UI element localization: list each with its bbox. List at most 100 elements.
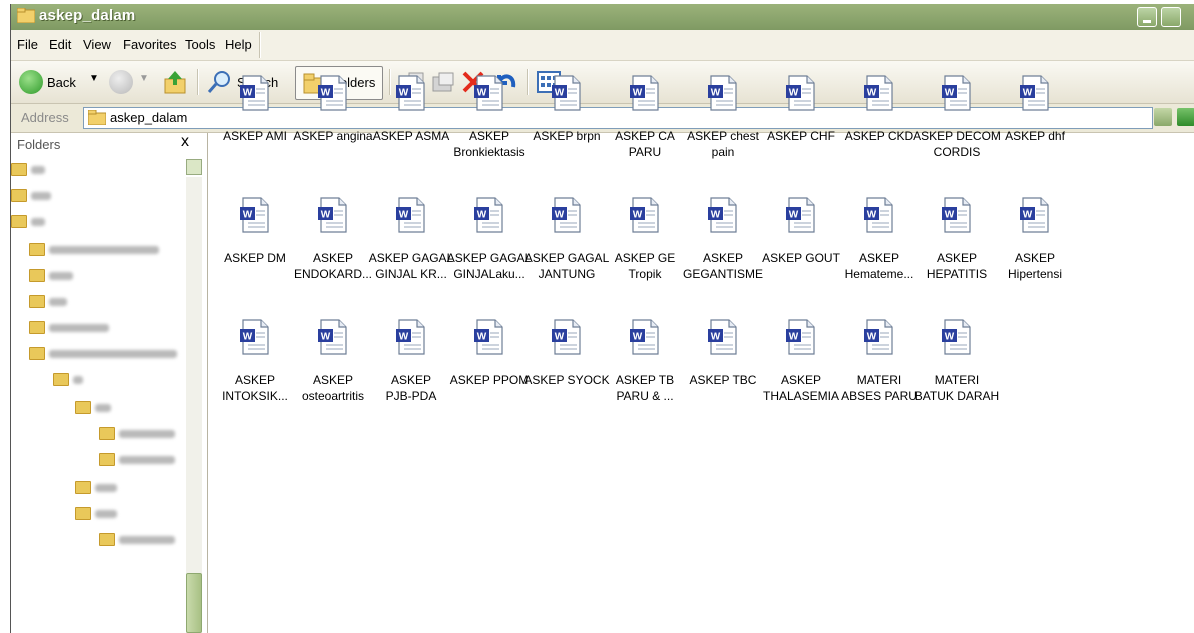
back-arrow-icon[interactable] (19, 70, 43, 94)
back-button[interactable]: Back (47, 75, 76, 90)
svg-text:W: W (555, 88, 565, 99)
menu-separator (259, 32, 261, 58)
search-icon[interactable] (207, 70, 233, 94)
word-document-icon: W (318, 197, 347, 233)
file-name: ASKEP ASMA (372, 129, 450, 143)
up-folder-icon[interactable] (163, 69, 187, 95)
word-document-icon: W (318, 75, 347, 111)
file-name: ASKEP HEPATITIS (926, 251, 988, 281)
toolbar-separator (389, 69, 391, 95)
forward-dropdown-icon[interactable]: ▼ (139, 73, 149, 84)
file-name: ASKEP AMI (223, 129, 287, 143)
file-name: ASKEP Hipertensi (1007, 251, 1063, 281)
file-name: ASKEP osteoartritis (301, 373, 365, 403)
minimize-button[interactable] (1137, 7, 1157, 27)
svg-text:W: W (321, 88, 331, 99)
file-name: ASKEP GOUT (762, 251, 840, 265)
file-name: ASKEP SYOCK (524, 373, 610, 387)
word-document-icon: W (240, 197, 269, 233)
svg-text:W: W (399, 88, 409, 99)
file-name: ASKEP DM (224, 251, 286, 265)
word-document-icon: W (630, 319, 659, 355)
folder-icon (88, 110, 106, 125)
word-document-icon: W (552, 319, 581, 355)
file-name: ASKEP INTOKSIK... (222, 373, 288, 403)
svg-text:W: W (555, 210, 565, 221)
svg-text:W: W (243, 88, 253, 99)
svg-text:W: W (945, 88, 955, 99)
word-document-icon: W (942, 197, 971, 233)
word-document-icon: W (942, 319, 971, 355)
file-name: ASKEP Hemateme... (844, 251, 914, 281)
word-document-icon: W (786, 319, 815, 355)
menu-edit[interactable]: Edit (49, 37, 71, 52)
toolbar: Back ▼ ▼ Search Folders (11, 61, 1194, 104)
svg-text:W: W (789, 88, 799, 99)
menu-file[interactable]: File (17, 37, 38, 52)
folder-icon (17, 8, 35, 23)
word-document-icon: W (552, 197, 581, 233)
menu-tools[interactable]: Tools (185, 37, 215, 52)
word-document-icon: W (942, 75, 971, 111)
word-document-icon: W (786, 197, 815, 233)
svg-text:W: W (789, 332, 799, 343)
file-name: ASKEP dhf (1005, 129, 1065, 143)
svg-text:W: W (867, 88, 877, 99)
word-document-icon: W (1020, 197, 1049, 233)
svg-text:W: W (789, 210, 799, 221)
word-document-icon: W (474, 319, 503, 355)
menu-view[interactable]: View (83, 37, 111, 52)
file-name: ASKEP CHF (767, 129, 835, 143)
maximize-button[interactable] (1161, 7, 1181, 27)
address-dropdown-button[interactable] (1154, 108, 1172, 126)
svg-text:W: W (477, 88, 487, 99)
svg-text:W: W (867, 210, 877, 221)
word-document-icon: W (396, 197, 425, 233)
scrollbar-track[interactable] (186, 177, 202, 633)
file-name: ASKEP chest pain (687, 129, 759, 159)
svg-text:W: W (711, 332, 721, 343)
svg-text:W: W (243, 210, 253, 221)
svg-text:W: W (477, 332, 487, 343)
file-name: ASKEP TBC (689, 373, 757, 387)
file-name: ASKEP angina (293, 129, 373, 143)
go-button[interactable] (1177, 108, 1194, 126)
file-list: W ASKEP AMI W ASKEP angina W ASKEP ASMA W ASKEP… (208, 75, 1194, 633)
scrollbar-thumb[interactable] (186, 573, 202, 633)
word-document-icon: W (864, 75, 893, 111)
file-name: ASKEP GEGANTISME (682, 251, 763, 281)
back-dropdown-icon[interactable]: ▼ (89, 73, 99, 84)
folders-pane-title: Folders (17, 137, 61, 152)
svg-text:W: W (399, 210, 409, 221)
file-name: ASKEP Bronkiektasis (453, 129, 525, 159)
word-document-icon: W (1020, 75, 1049, 111)
svg-text:W: W (477, 210, 487, 221)
window-title: askep_dalam (39, 7, 136, 24)
menu-help[interactable]: Help (225, 37, 252, 52)
svg-text:W: W (399, 332, 409, 343)
file-name: ASKEP CA PARU (615, 129, 675, 159)
word-document-icon: W (240, 319, 269, 355)
svg-text:W: W (711, 88, 721, 99)
file-name: ASKEP GAGAL JANTUNG (524, 251, 610, 281)
title-bar[interactable]: askep_dalam (11, 4, 1194, 30)
svg-text:W: W (945, 210, 955, 221)
word-document-icon: W (786, 75, 815, 111)
toolbar-separator (527, 69, 529, 95)
word-document-icon: W (396, 75, 425, 111)
close-icon[interactable]: x (181, 133, 189, 151)
forward-arrow-icon[interactable] (109, 70, 133, 94)
svg-text:W: W (1023, 88, 1033, 99)
svg-text:W: W (321, 332, 331, 343)
file-name: MATERI BATUK DARAH (914, 373, 1000, 403)
menu-favorites[interactable]: Favorites (123, 37, 176, 52)
menu-bar: File Edit View Favorites Tools Help (11, 30, 1194, 61)
word-document-icon: W (630, 75, 659, 111)
svg-text:W: W (1023, 210, 1033, 221)
scroll-up-button[interactable] (186, 159, 202, 175)
copy-to-icon[interactable] (431, 71, 455, 93)
file-name: ASKEP DECOM CORDIS (913, 129, 1001, 159)
svg-text:W: W (633, 332, 643, 343)
word-document-icon: W (630, 197, 659, 233)
word-document-icon: W (474, 75, 503, 111)
